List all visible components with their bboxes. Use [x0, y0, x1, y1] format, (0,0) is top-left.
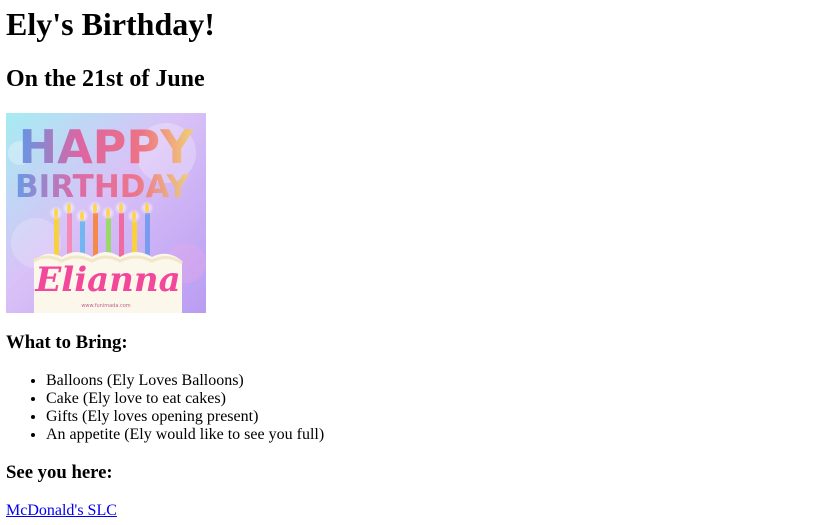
bring-list: Balloons (Ely Loves Balloons) Cake (Ely …	[6, 372, 813, 444]
see-you-heading: See you here:	[6, 462, 113, 483]
banner-birthday-text: BIRTHDAY	[15, 169, 189, 205]
list-item: Gifts (Ely loves opening present)	[46, 408, 813, 426]
banner-watermark: www.funimada.com	[81, 303, 130, 309]
what-to-bring-heading: What to Bring:	[6, 332, 128, 353]
page: Ely's Birthday! On the 21st of June HAPP…	[0, 5, 819, 520]
list-item: An appetite (Ely would like to see you f…	[46, 426, 813, 444]
birthday-banner-image: HAPPY BIRTHDAY Elianna www.funimada.com	[6, 113, 206, 313]
list-item: Cake (Ely love to eat cakes)	[46, 390, 813, 408]
page-title: Ely's Birthday!	[6, 6, 215, 42]
party-date: On the 21st of June	[6, 66, 205, 92]
list-item: Balloons (Ely Loves Balloons)	[46, 372, 813, 390]
banner-name-text: Elianna	[34, 260, 180, 300]
location-link[interactable]: McDonald's SLC	[6, 502, 117, 520]
banner-happy-text: HAPPY	[19, 120, 195, 174]
